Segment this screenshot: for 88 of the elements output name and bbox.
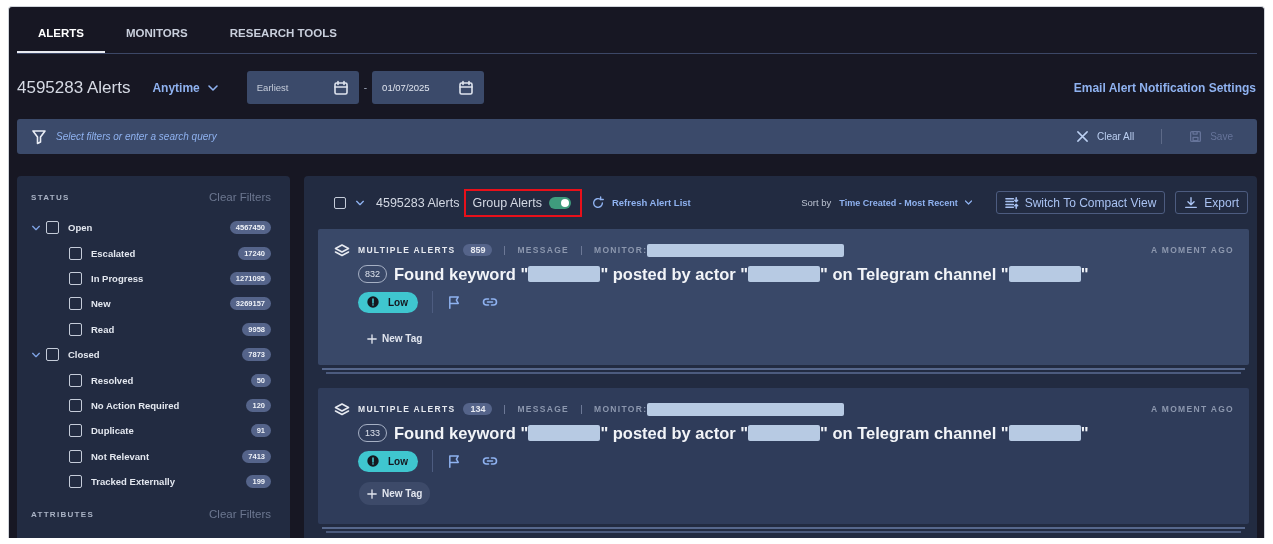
calendar-icon [332, 80, 349, 96]
count-badge: 134 [463, 403, 493, 415]
new-tag-button[interactable]: New Tag [359, 482, 431, 505]
filter-label: New [91, 298, 112, 310]
alert-title-text: " posted by actor " [600, 423, 749, 443]
alert-card[interactable]: MULTIPLE ALERTS 134 MESSAGE MONITOR: A MOMENT AGO 133 Found keyword " " posted by actor " " on Telegram channel " " Low New Tag [318, 388, 1249, 524]
filter-icon [31, 128, 47, 145]
filter-label: Resolved [91, 374, 135, 386]
date-separator: - [363, 82, 368, 93]
monitor-label: MONITOR: [594, 404, 648, 414]
clear-all-button[interactable]: Clear All [1069, 129, 1141, 144]
filter-label: No Action Required [91, 399, 181, 411]
calendar-icon [458, 80, 475, 96]
alert-card[interactable]: MULTIPLE ALERTS 859 MESSAGE MONITOR: A MOMENT AGO 832 Found keyword " " posted by actor " " on Telegram channel " " Low New Tag [318, 229, 1249, 365]
tab[interactable]: RESEARCH TOOLS [208, 14, 358, 53]
sort-label: Sort by [801, 197, 832, 208]
filter-label: Tracked Externally [91, 476, 176, 488]
checkbox[interactable] [69, 398, 82, 412]
date-field[interactable]: Earliest [246, 71, 359, 104]
alert-category: MESSAGE [517, 404, 570, 414]
plus-icon [367, 488, 377, 499]
refresh-icon [590, 195, 605, 210]
filter-label: Open [68, 222, 94, 234]
checkbox[interactable] [69, 322, 82, 336]
checkbox[interactable] [69, 449, 82, 463]
divider-mark [581, 245, 583, 255]
checkbox[interactable] [69, 373, 82, 387]
checkbox[interactable] [69, 246, 82, 260]
settings-link[interactable]: Email Alert Notification Settings [1073, 80, 1256, 95]
alert-type: MULTIPLE ALERTS [358, 245, 456, 255]
alert-icon [366, 295, 380, 309]
layers-icon [334, 401, 350, 417]
alert-count: 4595283 Alerts [376, 195, 460, 210]
flag-icon[interactable] [447, 294, 462, 310]
plus-icon [367, 333, 377, 344]
alert-title-text: " posted by actor " [600, 264, 749, 284]
timestamp: A MOMENT AGO [1151, 404, 1234, 414]
filter-label: Closed [68, 349, 101, 361]
checkbox[interactable] [69, 271, 82, 285]
alert-title-text: " on Telegram channel " [820, 264, 1009, 284]
refresh-button[interactable]: Refresh Alert List [584, 194, 697, 211]
alert-type: MULTIPLE ALERTS [358, 404, 456, 414]
alert-title-text: Found keyword " [394, 264, 529, 284]
severity-badge: Low [358, 450, 418, 472]
severity-badge: Low [358, 291, 418, 313]
divider-mark [504, 245, 506, 255]
count-badge: 859 [463, 244, 493, 256]
sort-dropdown[interactable]: Time Created - Most Recent [839, 197, 973, 208]
alert-category: MESSAGE [517, 245, 570, 255]
alert-title-text: " [1080, 264, 1089, 284]
checkbox[interactable] [46, 221, 59, 235]
toggle-label: Group Alerts [472, 195, 542, 210]
alert-icon [366, 454, 380, 468]
filter-label: Duplicate [91, 425, 135, 437]
divider-mark [581, 404, 583, 414]
close-icon [1075, 130, 1089, 143]
timestamp: A MOMENT AGO [1151, 245, 1234, 255]
section-title: STATUS [31, 192, 70, 202]
range-dropdown[interactable]: Anytime [146, 79, 225, 96]
save-icon [1189, 130, 1203, 143]
checkbox[interactable] [46, 348, 59, 362]
chevron-down-icon [963, 198, 973, 207]
new-tag-button[interactable]: New Tag [359, 327, 431, 350]
compact-view-button[interactable]: Switch To Compact View [995, 191, 1166, 214]
tab[interactable]: ALERTS [17, 14, 105, 53]
filter-label: In Progress [91, 272, 145, 284]
flag-icon[interactable] [447, 453, 462, 469]
download-icon [1184, 195, 1199, 210]
checkbox[interactable] [69, 475, 82, 489]
section-title: ATTRIBUTES [31, 509, 95, 519]
alert-count: 4595283 Alerts [17, 77, 131, 98]
filter-label: Escalated [91, 247, 137, 259]
layers-icon [334, 242, 350, 258]
filter-label: Not Relevant [91, 450, 151, 462]
monitor-label: MONITOR: [594, 245, 648, 255]
divider-mark [504, 404, 506, 414]
checkbox[interactable] [69, 297, 82, 311]
checkbox[interactable] [69, 424, 82, 438]
list-icon [1004, 195, 1019, 210]
filter-label: Read [91, 323, 116, 335]
date-field[interactable]: 01/07/2025 [372, 71, 485, 104]
checkbox[interactable] [334, 196, 346, 209]
alert-title-text: Found keyword " [394, 423, 529, 443]
toggle-switch[interactable] [548, 196, 571, 209]
alert-title-text: " on Telegram channel " [820, 423, 1009, 443]
tab[interactable]: MONITORS [105, 14, 209, 53]
export-button[interactable]: Export [1175, 191, 1248, 214]
alert-title-text: " [1080, 423, 1089, 443]
